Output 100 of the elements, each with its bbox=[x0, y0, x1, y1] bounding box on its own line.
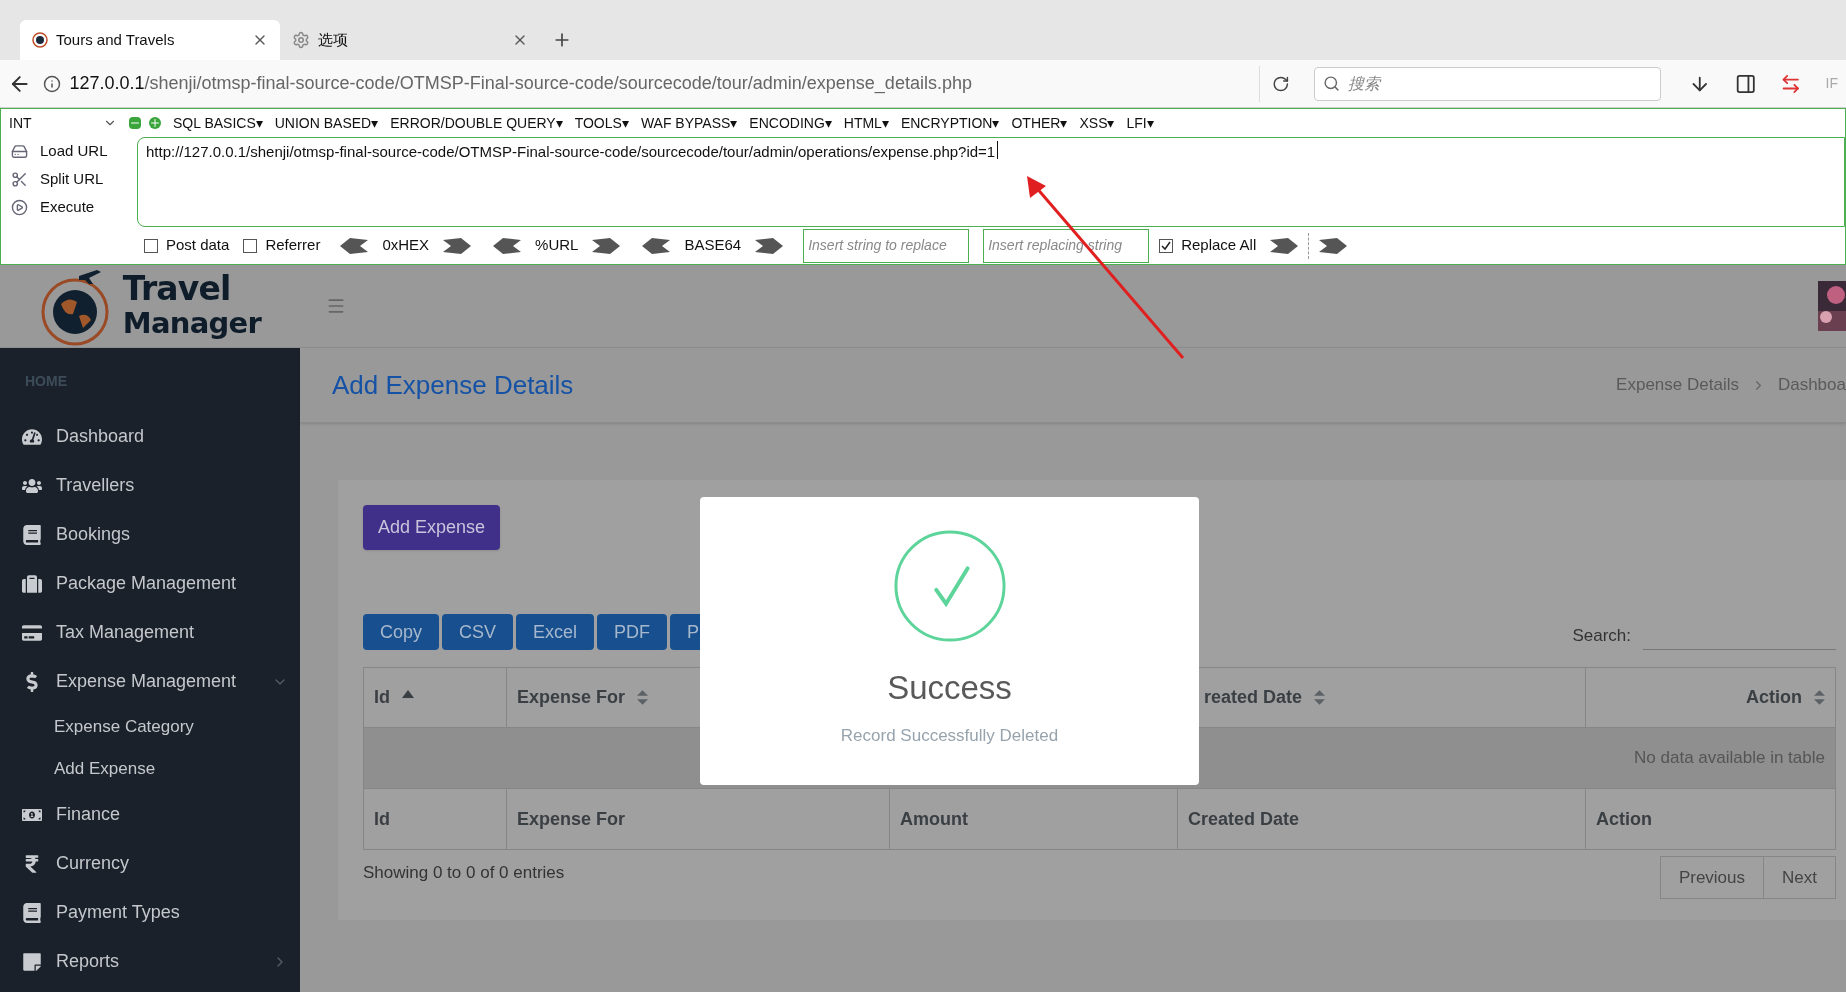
action-button[interactable]: Split URL bbox=[40, 167, 104, 191]
menu-item[interactable]: OTHER▾ bbox=[1011, 112, 1068, 134]
suitcase-icon bbox=[22, 573, 42, 594]
menu-item[interactable]: ERROR/DOUBLE QUERY▾ bbox=[390, 112, 563, 134]
page-title: Add Expense Details bbox=[332, 368, 574, 402]
dialog-message: Record Successfully Deleted bbox=[840, 724, 1059, 747]
tab-title: Tours and Travels bbox=[56, 29, 176, 50]
tab-title: 选项 bbox=[318, 29, 349, 50]
checkbox[interactable] bbox=[144, 238, 158, 253]
menu-item[interactable]: ENCRYPTION▾ bbox=[900, 112, 1000, 134]
column-footer: Id bbox=[374, 805, 390, 833]
book-icon bbox=[22, 902, 42, 923]
search-placeholder: 搜索 bbox=[1347, 73, 1380, 94]
menu-item[interactable]: SQL BASICS▾ bbox=[173, 112, 263, 134]
check-circle-icon bbox=[892, 529, 1007, 643]
dialog-title: Success bbox=[887, 668, 1012, 708]
sidebar-icon[interactable] bbox=[1734, 72, 1757, 95]
checkbox[interactable] bbox=[243, 238, 258, 253]
add-expense-button[interactable]: Add Expense bbox=[363, 505, 500, 550]
sidebar-subitem[interactable]: Expense Category bbox=[54, 714, 194, 740]
checkbox-label: Referrer bbox=[265, 235, 321, 256]
sidebar-item[interactable]: Travellers bbox=[56, 472, 288, 499]
plus-icon[interactable] bbox=[149, 117, 161, 129]
action-button[interactable]: Load URL bbox=[40, 139, 108, 163]
column-footer: Action bbox=[1596, 805, 1652, 833]
logo-text: Manager bbox=[122, 306, 262, 340]
note-icon bbox=[22, 951, 42, 972]
url-text: http://127.0.0.1/shenji/otmsp-final-source-code/OTMSP-Final-source-code/sourcecode/tour/admin/operations/expense.php?id=1 bbox=[146, 142, 996, 162]
column-header[interactable]: Expense For bbox=[517, 684, 626, 711]
column-footer: Amount bbox=[900, 805, 968, 833]
text-cursor bbox=[997, 141, 999, 159]
left-arrow-button[interactable] bbox=[642, 237, 671, 254]
search-label: Search: bbox=[1572, 624, 1631, 647]
sidebar-item[interactable]: Bookings bbox=[56, 521, 288, 548]
right-arrow-button[interactable] bbox=[443, 237, 472, 254]
url-path: /shenji/otmsp-final-source-code/OTMSP-Final-source-code/sourcecode/tour/admin/expense_details.php bbox=[144, 72, 972, 96]
menu-item[interactable]: LFI▾ bbox=[1126, 112, 1154, 134]
browser-tab[interactable]: Tours and Travels bbox=[20, 20, 280, 60]
search-field[interactable]: 搜索 bbox=[1313, 66, 1662, 101]
play-icon bbox=[11, 198, 28, 216]
checkbox-label: Post data bbox=[166, 235, 230, 256]
url-textarea[interactable]: http://127.0.0.1/shenji/otmsp-final-source-code/OTMSP-Final-source-code/sourcecode/tour/admin/operations/expense.php?id=1 bbox=[137, 137, 1845, 227]
url-host: 127.0.0.1 bbox=[69, 72, 145, 93]
sidebar-subitem[interactable]: Add Expense bbox=[54, 756, 156, 782]
book-icon bbox=[22, 524, 42, 545]
sidebar-item[interactable]: Expense Management bbox=[56, 668, 272, 695]
menu-item[interactable]: UNION BASED▾ bbox=[274, 112, 379, 134]
type-select[interactable]: INT bbox=[9, 112, 117, 134]
sidebar-item[interactable]: Payment Types bbox=[56, 899, 288, 926]
encoder-label: 0xHEX bbox=[382, 235, 430, 256]
reload-icon[interactable] bbox=[1272, 74, 1290, 93]
encoder-label: BASE64 bbox=[684, 235, 742, 256]
right-arrow-button[interactable] bbox=[592, 237, 621, 254]
sidebar-item[interactable]: Reports bbox=[56, 948, 272, 975]
column-header[interactable]: reated Date bbox=[1204, 684, 1303, 711]
action-button[interactable]: Execute bbox=[40, 195, 95, 219]
pagination-button[interactable]: Previous bbox=[1659, 856, 1765, 899]
replace-field[interactable]: Insert string to replace bbox=[803, 228, 970, 263]
replace-field[interactable]: Insert replacing string bbox=[983, 228, 1150, 263]
sidebar-item[interactable]: Finance bbox=[56, 801, 288, 828]
globe-icon bbox=[32, 32, 48, 48]
sync-icon[interactable] bbox=[1780, 72, 1802, 95]
left-arrow-button[interactable] bbox=[340, 237, 369, 254]
export-button[interactable]: Copy bbox=[363, 614, 440, 650]
sidebar-item[interactable]: Tax Management bbox=[56, 619, 288, 646]
column-footer: Expense For bbox=[517, 805, 626, 833]
browser-tab[interactable]: 选项 bbox=[280, 20, 540, 60]
column-header[interactable]: Action bbox=[1746, 684, 1802, 711]
left-arrow-button[interactable] bbox=[493, 237, 522, 254]
sidebar-item[interactable]: Package Management bbox=[56, 570, 288, 597]
export-button[interactable]: CSV bbox=[442, 614, 514, 650]
menu-item[interactable]: TOOLS▾ bbox=[574, 112, 629, 134]
export-button[interactable]: PDF bbox=[597, 614, 668, 650]
empty-message: No data available in table bbox=[1634, 747, 1825, 770]
dashboard-icon bbox=[22, 426, 42, 447]
right-arrow-button[interactable] bbox=[1319, 237, 1348, 254]
minus-icon[interactable] bbox=[129, 117, 141, 129]
gear-icon bbox=[292, 31, 310, 49]
sidebar-item[interactable]: Currency bbox=[56, 850, 288, 877]
menu-item[interactable]: HTML▾ bbox=[843, 112, 889, 134]
search-icon bbox=[1322, 75, 1340, 92]
drive-icon bbox=[11, 142, 28, 160]
sidebar-item[interactable]: Dashboard bbox=[56, 423, 288, 450]
info-icon bbox=[43, 74, 62, 93]
right-arrow-button[interactable] bbox=[1270, 237, 1299, 254]
credit-card-icon bbox=[22, 622, 42, 643]
export-button[interactable]: Excel bbox=[516, 614, 595, 650]
pagination-button[interactable]: Next bbox=[1763, 856, 1836, 899]
menu-item[interactable]: WAF BYPASS▾ bbox=[640, 112, 738, 134]
checkbox-label: Replace All bbox=[1181, 235, 1257, 256]
scissors-icon bbox=[11, 170, 28, 188]
menu-item[interactable]: ENCODING▾ bbox=[749, 112, 832, 134]
menu-item[interactable]: XSS▾ bbox=[1079, 112, 1115, 134]
toolbar-label: IF bbox=[1825, 74, 1838, 93]
checkbox[interactable] bbox=[1159, 238, 1174, 253]
column-header[interactable]: Id bbox=[374, 684, 390, 711]
right-arrow-button[interactable] bbox=[755, 237, 784, 254]
table-info: Showing 0 to 0 of 0 entries bbox=[363, 862, 565, 884]
address-bar[interactable]: 127.0.0.1/shenji/otmsp-final-source-code/OTMSP-Final-source-code/sourcecode/tour/admin/expense_details.php bbox=[43, 65, 1261, 102]
encoder-label: %URL bbox=[535, 235, 579, 256]
